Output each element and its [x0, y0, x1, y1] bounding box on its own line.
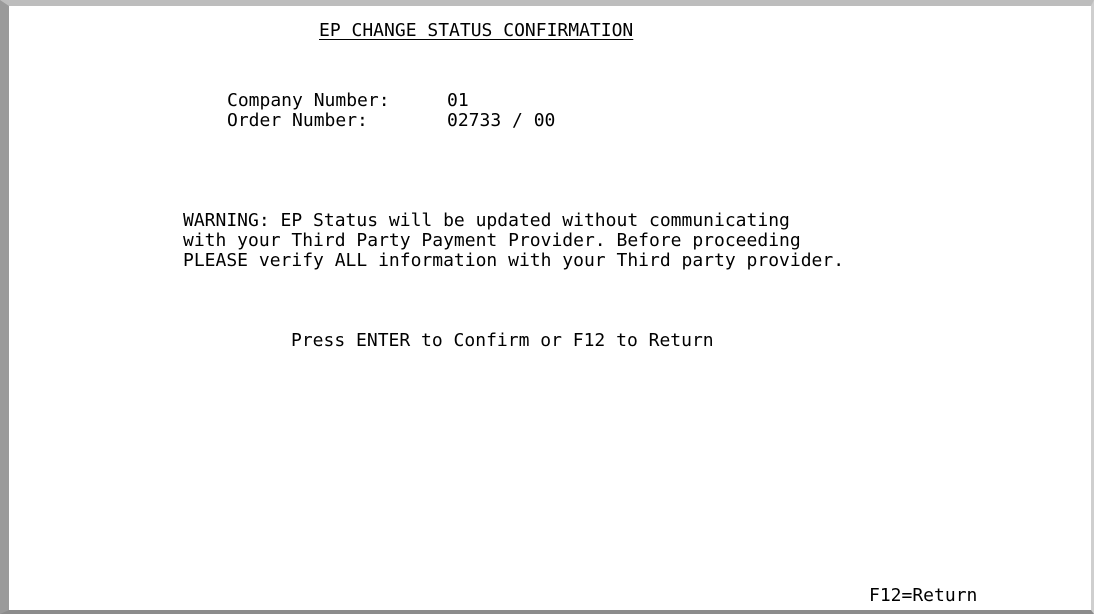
- order-number-label: Order Number:: [227, 110, 368, 131]
- warning-line-1: WARNING: EP Status will be updated witho…: [183, 210, 790, 231]
- f12-return-key[interactable]: F12=Return: [869, 585, 977, 607]
- order-number-value: 02733 / 00: [447, 110, 556, 131]
- company-number-label: Company Number:: [227, 90, 390, 111]
- terminal-screen: EP CHANGE STATUS CONFIRMATION Company Nu…: [0, 0, 1094, 614]
- confirm-prompt: Press ENTER to Confirm or F12 to Return: [291, 330, 714, 351]
- screen-title: EP CHANGE STATUS CONFIRMATION: [319, 20, 634, 41]
- warning-line-3: PLEASE verify ALL information with your …: [183, 250, 845, 271]
- warning-line-2: with your Third Party Payment Provider. …: [183, 230, 801, 251]
- company-number-value: 01: [447, 90, 469, 111]
